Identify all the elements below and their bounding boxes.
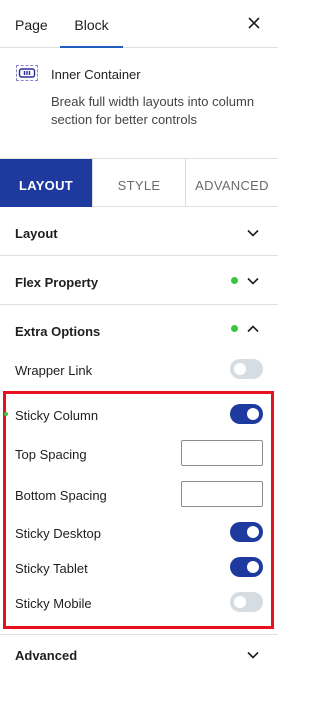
sidebar-tabs: Page Block	[0, 0, 278, 48]
sticky-tablet-toggle[interactable]	[230, 557, 263, 577]
toggle-knob	[234, 596, 246, 608]
sticky-column-toggle[interactable]	[230, 404, 263, 424]
panel-advanced-title: Advanced	[15, 648, 78, 663]
panel-flex-property-title: Flex Property	[15, 275, 99, 290]
toggle-knob	[234, 363, 246, 375]
settings-tabs: LAYOUT STYLE ADVANCED	[0, 159, 278, 207]
toggle-knob	[247, 408, 259, 420]
block-title: Inner Container	[51, 67, 141, 82]
block-description: Break full width layouts into column sec…	[51, 94, 255, 127]
tab-block[interactable]: Block	[60, 0, 123, 48]
toggle-knob	[247, 561, 259, 573]
toggle-knob	[247, 526, 259, 538]
sticky-desktop-label: Sticky Desktop	[15, 526, 101, 541]
chevron-up-icon[interactable]	[247, 325, 259, 333]
chevron-down-icon	[247, 277, 259, 285]
status-dot	[231, 277, 238, 284]
status-dot	[4, 412, 8, 416]
top-spacing-input[interactable]	[181, 440, 263, 466]
tab-advanced[interactable]: ADVANCED	[185, 159, 278, 207]
tab-page[interactable]: Page	[15, 0, 48, 48]
sticky-tablet-label: Sticky Tablet	[15, 561, 88, 576]
sticky-column-label: Sticky Column	[15, 408, 99, 423]
wrapper-link-toggle[interactable]	[230, 359, 263, 379]
panel-layout[interactable]: Layout	[0, 207, 278, 256]
close-icon[interactable]	[246, 15, 262, 31]
bottom-spacing-label: Bottom Spacing	[15, 488, 107, 503]
panel-advanced[interactable]: Advanced	[0, 634, 278, 674]
panel-layout-title: Layout	[15, 226, 58, 241]
top-spacing-label: Top Spacing	[15, 447, 87, 462]
bottom-spacing-input[interactable]	[181, 481, 263, 507]
inner-container-icon	[16, 65, 38, 81]
block-card: Inner Container Break full width layouts…	[0, 48, 278, 159]
panel-extra-options-title[interactable]: Extra Options	[15, 324, 100, 339]
chevron-down-icon	[247, 651, 259, 659]
tab-layout[interactable]: LAYOUT	[0, 159, 92, 207]
sticky-mobile-label: Sticky Mobile	[15, 596, 92, 611]
tab-style[interactable]: STYLE	[92, 159, 185, 207]
sticky-mobile-toggle[interactable]	[230, 592, 263, 612]
wrapper-link-label: Wrapper Link	[15, 363, 93, 378]
chevron-down-icon	[247, 229, 259, 237]
sticky-desktop-toggle[interactable]	[230, 522, 263, 542]
status-dot	[231, 325, 238, 332]
panel-flex-property[interactable]: Flex Property	[0, 256, 278, 305]
